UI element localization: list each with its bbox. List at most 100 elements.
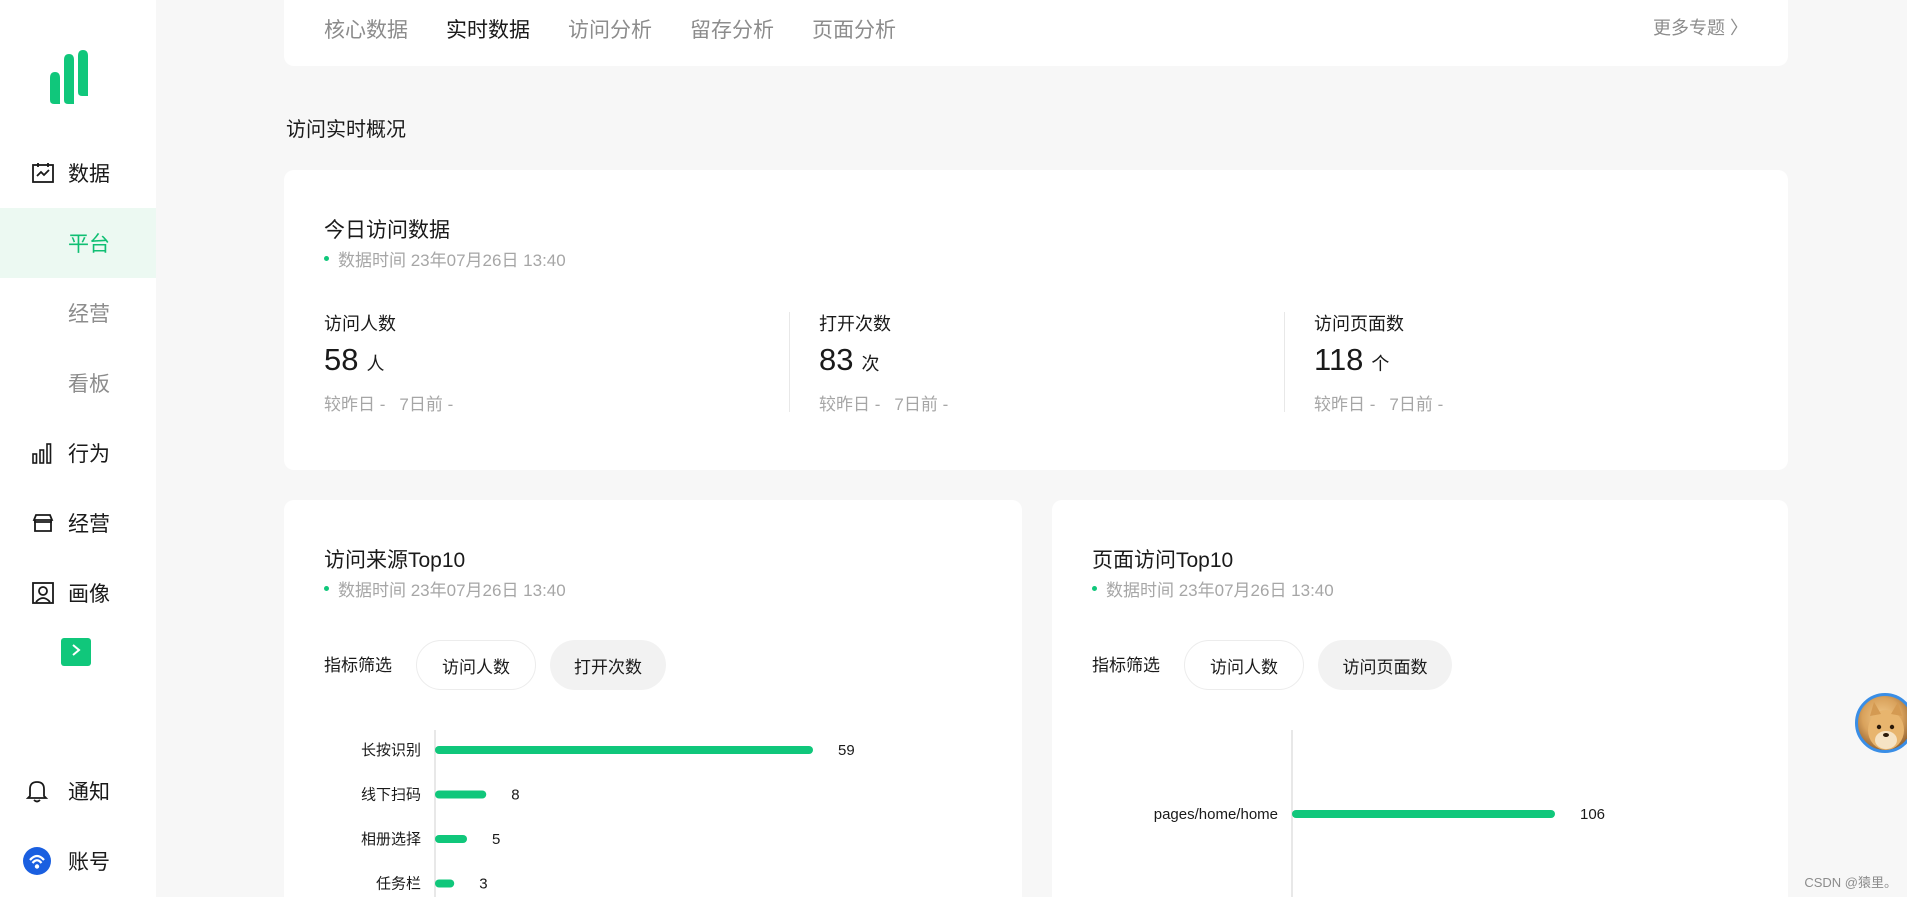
chart-value-label: 5: [492, 831, 500, 848]
watermark: CSDN @猿里。: [1804, 875, 1897, 890]
metric-pages-value-row: 118 个: [1314, 342, 1389, 378]
source-card-timestamp: 数据时间 23年07月26日 13:40: [324, 576, 566, 601]
nav-data-label: 数据: [68, 163, 110, 186]
filter-visitors-pill[interactable]: 访问人数: [1184, 640, 1304, 690]
chevron-right-icon: [70, 643, 82, 662]
metric-pages-label: 访问页面数: [1314, 314, 1404, 334]
today-card-timestamp: 数据时间 23年07月26日 13:40: [324, 246, 566, 271]
metric-opens-cmp-day: 较昨日 -: [819, 395, 881, 414]
nav-operation-label: 经营: [68, 513, 110, 536]
nav-portrait[interactable]: 画像: [0, 558, 156, 628]
tab-page-analysis[interactable]: 页面分析: [812, 14, 896, 44]
account-avatar-icon: [22, 846, 52, 876]
metric-visitors-compare: 较昨日 - 7日前 -: [324, 390, 453, 415]
nav-sub-dashboard-label: 看板: [68, 373, 110, 396]
chart-category-label: 相册选择: [361, 831, 421, 848]
today-card-title: 今日访问数据: [324, 219, 450, 242]
dog-avatar-icon: [1868, 702, 1904, 750]
nav-sub-operation[interactable]: 经营: [0, 278, 156, 348]
chart-bar: [435, 835, 468, 843]
nav-notify-label: 通知: [68, 781, 110, 804]
calendar-chart-icon: [30, 160, 56, 186]
nav-behavior[interactable]: 行为: [0, 418, 156, 488]
metric-pages-compare: 较昨日 - 7日前 -: [1314, 390, 1443, 415]
tab-bar: 核心数据 实时数据 访问分析 留存分析 页面分析 更多专题 〉: [284, 0, 1788, 66]
metric-opens-value: 83: [819, 342, 854, 377]
tab-core-data[interactable]: 核心数据: [324, 14, 408, 44]
metric-opens-label: 打开次数: [819, 314, 891, 334]
tab-realtime-data[interactable]: 实时数据: [446, 14, 530, 44]
metric-pages-unit: 个: [1371, 354, 1390, 374]
expand-sidebar-button[interactable]: [61, 638, 91, 666]
chart-value-label: 59: [838, 742, 855, 759]
today-visit-card: 今日访问数据 数据时间 23年07月26日 13:40: [284, 170, 1788, 470]
page-filter-label: 指标筛选: [1092, 656, 1160, 675]
floating-avatar[interactable]: [1855, 693, 1907, 753]
page-card-title: 页面访问Top10: [1092, 549, 1234, 572]
nav-sub-operation-label: 经营: [68, 303, 110, 326]
section-title: 访问实时概况: [286, 119, 406, 141]
metric-divider: [789, 312, 790, 412]
status-dot: [324, 586, 329, 591]
chart-bar: [435, 879, 455, 888]
chart-bar: [435, 790, 487, 799]
bar-chart-icon: [30, 440, 56, 466]
metric-pages-cmp-day: 较昨日 -: [1314, 395, 1376, 414]
app-logo[interactable]: [48, 48, 96, 104]
tab-retention-analysis[interactable]: 留存分析: [690, 14, 774, 44]
metric-divider: [1284, 312, 1285, 412]
source-top10-card: 访问来源Top10 数据时间 23年07月26日 13:40 指标筛选 访问人数…: [284, 500, 1022, 897]
store-icon: [30, 510, 56, 536]
filter-opens-pill[interactable]: 打开次数: [550, 640, 666, 690]
chart-category-label: 任务栏: [376, 876, 421, 893]
nav-sub-dashboard[interactable]: 看板: [0, 348, 156, 418]
source-filter-label: 指标筛选: [324, 656, 392, 675]
chart-category-label: 长按识别: [361, 742, 421, 759]
nav-sub-platform[interactable]: 平台: [0, 208, 156, 278]
page-card-timestamp: 数据时间 23年07月26日 13:40: [1092, 576, 1334, 601]
metric-opens-value-row: 83 次: [819, 342, 879, 378]
chart-category-label: pages/home/home: [1154, 806, 1278, 823]
chart-bar: [1292, 810, 1555, 818]
metric-visitors-cmp-week: 7日前 -: [399, 395, 454, 414]
metric-visitors-cmp-day: 较昨日 -: [324, 395, 386, 414]
metric-opens-unit: 次: [861, 354, 880, 374]
chart-value-label: 8: [511, 787, 519, 804]
nav-behavior-label: 行为: [68, 443, 110, 466]
chart-value-label: 3: [479, 876, 487, 893]
today-timestamp-text: 数据时间 23年07月26日 13:40: [338, 251, 566, 270]
metric-pages-value: 118: [1314, 342, 1364, 377]
metric-visitors-unit: 人: [366, 354, 385, 374]
portrait-icon: [30, 580, 56, 606]
metric-opens-compare: 较昨日 - 7日前 -: [819, 390, 948, 415]
metric-visitors-label: 访问人数: [324, 314, 396, 334]
status-dot: [1092, 586, 1097, 591]
status-dot: [324, 256, 329, 261]
nav-operation[interactable]: 经营: [0, 488, 156, 558]
nav-notify[interactable]: 通知: [0, 756, 156, 826]
source-timestamp-text: 数据时间 23年07月26日 13:40: [338, 581, 566, 600]
more-topics-link[interactable]: 更多专题 〉: [1653, 14, 1748, 40]
filter-pageviews-pill[interactable]: 访问页面数: [1318, 640, 1452, 690]
page-top10-card: 页面访问Top10 数据时间 23年07月26日 13:40 指标筛选 访问人数…: [1052, 500, 1788, 897]
nav-account[interactable]: 账号: [0, 826, 156, 896]
chart-value-label: 106: [1580, 806, 1605, 823]
nav-portrait-label: 画像: [68, 583, 110, 606]
page-timestamp-text: 数据时间 23年07月26日 13:40: [1106, 581, 1334, 600]
nav-account-label: 账号: [68, 851, 110, 874]
tab-visit-analysis[interactable]: 访问分析: [568, 14, 652, 44]
chart-category-label: 线下扫码: [361, 787, 421, 804]
filter-visitors-pill[interactable]: 访问人数: [416, 640, 536, 690]
metric-visitors-value: 58: [324, 342, 359, 377]
source-card-title: 访问来源Top10: [324, 549, 466, 572]
chart-bar: [435, 746, 813, 754]
source-bar-chart: 长按识别 59 线下扫码 8 相册选择 5 任务栏 3: [361, 730, 855, 897]
bell-icon: [24, 778, 50, 804]
sidebar: 数据 平台 经营 看板 行为 经营 画像 通知 账号: [0, 0, 156, 897]
metric-opens-cmp-week: 7日前 -: [894, 395, 949, 414]
nav-data[interactable]: 数据: [0, 138, 156, 208]
metric-visitors-value-row: 58 人: [324, 342, 384, 378]
metric-pages-cmp-week: 7日前 -: [1389, 395, 1444, 414]
page-bar-chart: pages/home/home 106: [1154, 730, 1605, 897]
nav-sub-platform-label: 平台: [68, 233, 110, 256]
